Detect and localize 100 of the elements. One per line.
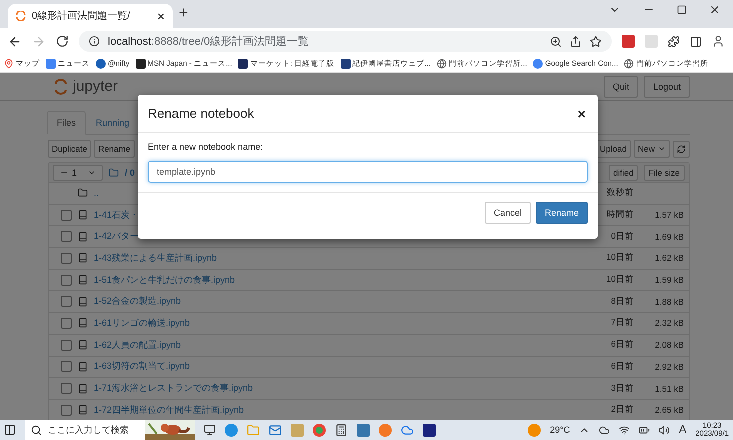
file-link[interactable]: 1-52合金の製造.ipynb bbox=[94, 295, 568, 308]
ime-indicator[interactable]: A bbox=[679, 424, 687, 436]
new-button[interactable]: New bbox=[634, 140, 670, 158]
search-icon bbox=[31, 424, 42, 436]
modified-time: 6日前 bbox=[610, 339, 634, 352]
page-tab[interactable]: Files bbox=[47, 111, 86, 135]
modified-time: 2日前 bbox=[610, 404, 634, 416]
browser-tab[interactable]: 0線形計画法問題一覧/ × bbox=[8, 4, 173, 28]
caret-icon bbox=[658, 145, 666, 153]
url-host: localhost bbox=[108, 36, 152, 48]
file-size: 1.57 kB bbox=[654, 210, 684, 220]
file-size: 2.65 kB bbox=[654, 405, 684, 416]
notebook-icon bbox=[78, 384, 88, 394]
jupyter-logo-text: jupyter bbox=[73, 78, 118, 95]
folder-icon bbox=[109, 168, 120, 178]
file-size: 1.62 kB bbox=[654, 253, 684, 264]
modified-sort-button[interactable]: dified bbox=[609, 164, 638, 180]
header-button[interactable]: Quit bbox=[604, 76, 638, 98]
modified-time: 7日前 bbox=[610, 317, 634, 330]
wifi-icon[interactable] bbox=[619, 424, 630, 436]
notebook-icon bbox=[78, 405, 88, 416]
weather-temperature[interactable]: 29°C bbox=[550, 425, 570, 435]
page-tab[interactable]: Running bbox=[86, 111, 140, 135]
mail-icon[interactable] bbox=[269, 424, 282, 436]
volume-icon[interactable] bbox=[659, 424, 670, 436]
notebook-name-field[interactable]: template.ipynb bbox=[148, 161, 588, 183]
battery-icon[interactable] bbox=[639, 424, 650, 436]
header-button[interactable]: Logout bbox=[644, 76, 690, 98]
tab-title: 0線形計画法問題一覧/ bbox=[32, 10, 132, 23]
file-link[interactable]: 1-61リンゴの輸送.ipynb bbox=[94, 316, 568, 330]
toolbar-button[interactable]: Duplicate bbox=[48, 140, 92, 158]
dialog-close-button[interactable]: × bbox=[578, 106, 586, 122]
calculator-icon[interactable] bbox=[335, 424, 348, 436]
row-checkbox[interactable] bbox=[61, 252, 72, 264]
row-checkbox[interactable] bbox=[61, 340, 72, 351]
modified-time: 6日前 bbox=[610, 360, 634, 373]
zoom-icon[interactable] bbox=[550, 36, 562, 48]
row-checkbox[interactable] bbox=[61, 296, 72, 308]
share-icon[interactable] bbox=[570, 36, 582, 48]
file-link[interactable]: 1-51食パンと牛乳だけの食事.ipynb bbox=[94, 274, 568, 287]
close-icon[interactable] bbox=[709, 4, 721, 16]
cloud-folder-icon[interactable] bbox=[401, 424, 414, 436]
notebook-icon bbox=[78, 362, 88, 372]
cloud-icon[interactable] bbox=[599, 424, 610, 436]
row-checkbox[interactable] bbox=[61, 361, 72, 372]
folder-icon bbox=[78, 188, 88, 198]
puzzle-icon[interactable] bbox=[668, 36, 680, 48]
select-dropdown-button[interactable]: 1 bbox=[53, 164, 104, 180]
notebook-icon bbox=[78, 232, 88, 242]
row-checkbox[interactable] bbox=[61, 231, 72, 242]
tab-close-button[interactable]: × bbox=[157, 8, 165, 24]
upload-button[interactable]: Upload bbox=[596, 140, 631, 158]
modified-time: 0日前 bbox=[610, 230, 634, 243]
dialog-button[interactable]: Rename bbox=[536, 202, 588, 224]
file-link[interactable]: 1-71海水浴とレストランでの食事.ipynb bbox=[94, 382, 568, 396]
notebook-icon bbox=[78, 318, 88, 328]
dialog-button[interactable]: Cancel bbox=[484, 202, 531, 224]
jupyter-logo-icon bbox=[55, 78, 67, 94]
modified-time: 3日前 bbox=[610, 382, 634, 395]
file-link[interactable]: 1-72四半期単位の年間生産計画.ipynb bbox=[94, 404, 568, 417]
address-bar[interactable]: localhost:8888/tree/0線形計画法問題一覧 bbox=[79, 31, 612, 52]
file-size: 2.92 kB bbox=[654, 362, 684, 372]
file-size: 1.88 kB bbox=[654, 296, 684, 307]
notebook-icon bbox=[78, 253, 88, 264]
reload-icon[interactable] bbox=[56, 35, 69, 48]
new-tab-button[interactable]: + bbox=[179, 5, 188, 23]
file-size: 1.69 kB bbox=[654, 232, 684, 242]
refresh-button[interactable] bbox=[673, 140, 690, 158]
notebook-icon bbox=[78, 340, 88, 350]
dialog-label: Enter a new notebook name: bbox=[148, 142, 264, 152]
back-icon[interactable] bbox=[8, 34, 22, 48]
row-checkbox[interactable] bbox=[61, 274, 72, 286]
file-size: 2.08 kB bbox=[654, 340, 684, 350]
row-checkbox[interactable] bbox=[61, 404, 72, 416]
modified-time: 10日前 bbox=[606, 274, 634, 286]
dialog-title: Rename notebook bbox=[148, 106, 254, 121]
file-link[interactable]: 1-63切符の割当て.ipynb bbox=[94, 360, 568, 374]
notebook-icon bbox=[78, 296, 88, 307]
file-link[interactable]: 1-43残業による生産計画.ipynb bbox=[94, 252, 568, 265]
task-view-icon[interactable] bbox=[204, 424, 216, 436]
start-icon[interactable] bbox=[4, 424, 16, 436]
globe-icon bbox=[436, 58, 447, 68]
taskbar-search-field[interactable]: ここに入力して検索 bbox=[25, 420, 195, 440]
row-checkbox[interactable] bbox=[61, 318, 72, 329]
file-size: 1.51 kB bbox=[654, 384, 684, 394]
toolbar-button[interactable]: Rename bbox=[94, 140, 135, 158]
star-icon[interactable] bbox=[590, 36, 602, 48]
profile-icon[interactable] bbox=[712, 35, 725, 48]
file-size: 2.32 kB bbox=[654, 318, 684, 328]
side-panel-icon[interactable] bbox=[690, 36, 702, 48]
file-link[interactable]: 1-62人員の配置.ipynb bbox=[94, 338, 568, 352]
row-checkbox[interactable] bbox=[61, 383, 72, 394]
modified-time: 8日前 bbox=[610, 296, 634, 308]
row-checkbox[interactable] bbox=[61, 210, 72, 221]
breadcrumb[interactable]: / 0 bbox=[125, 168, 136, 178]
notebook-icon bbox=[78, 275, 88, 286]
jupyter-favicon bbox=[16, 11, 26, 21]
maximize-icon[interactable] bbox=[677, 5, 687, 15]
size-sort-button[interactable]: File size bbox=[644, 164, 685, 180]
modified-time: 10日前 bbox=[606, 252, 634, 264]
